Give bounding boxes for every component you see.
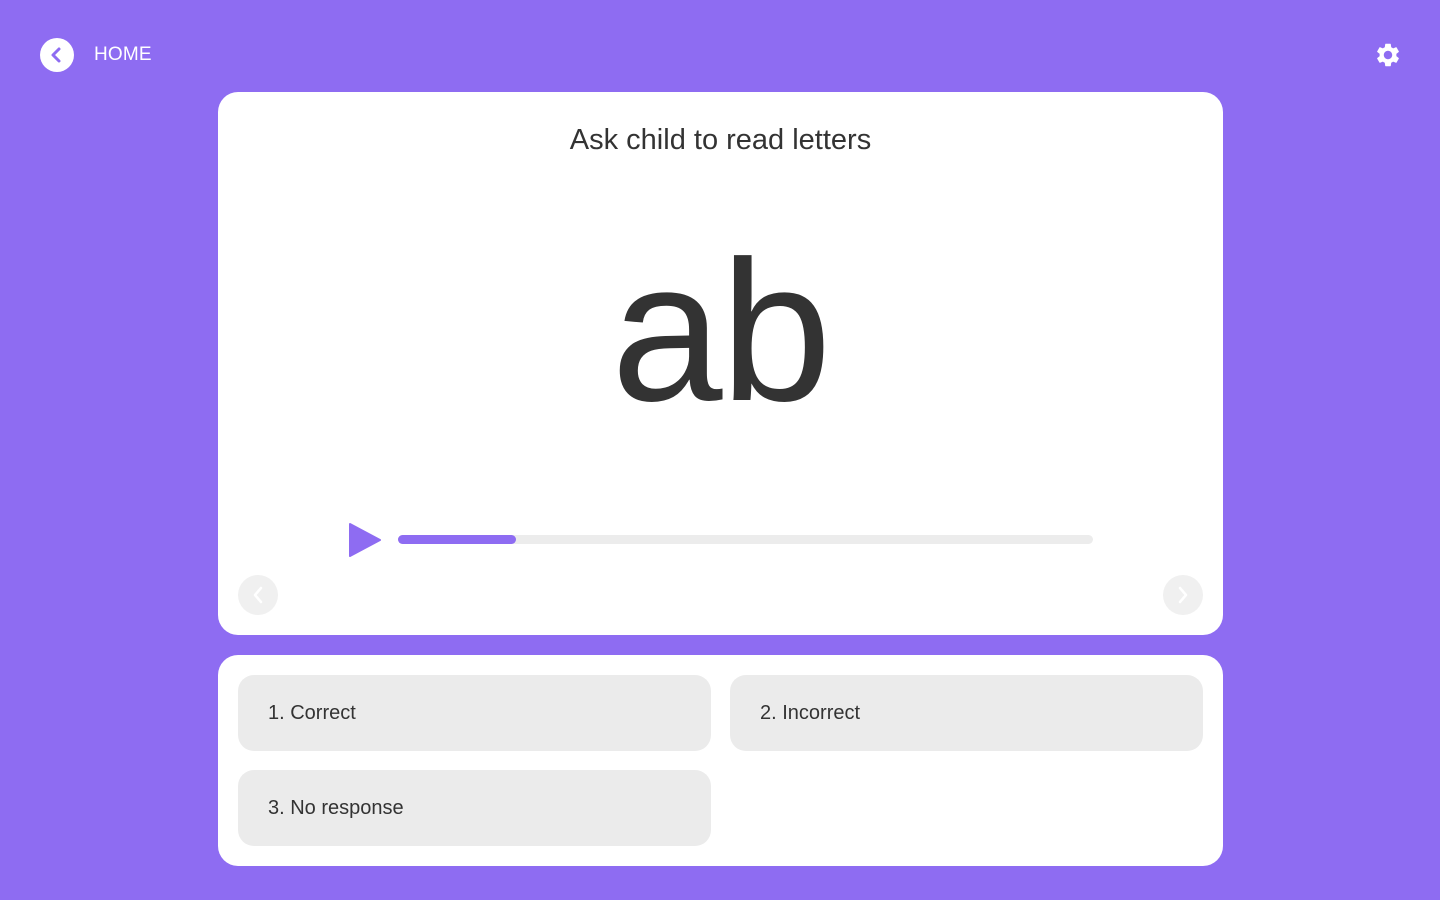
- back-circle[interactable]: [40, 38, 74, 72]
- stimulus-letters: ab: [611, 220, 831, 443]
- no-response-button[interactable]: 3. No response: [238, 770, 711, 846]
- stimulus-card: Ask child to read letters ab: [218, 92, 1223, 635]
- previous-button[interactable]: [238, 575, 278, 615]
- play-button[interactable]: [348, 523, 382, 557]
- home-button[interactable]: HOME: [40, 38, 152, 72]
- correct-button[interactable]: 1. Correct: [238, 675, 711, 751]
- instruction-text: Ask child to read letters: [569, 124, 872, 156]
- chevron-left-icon: [253, 586, 263, 604]
- audio-progress-bar[interactable]: [398, 535, 1093, 544]
- incorrect-button[interactable]: 2. Incorrect: [730, 675, 1203, 751]
- gear-icon: [1377, 43, 1399, 67]
- response-panel: 1. Correct 2. Incorrect 3. No response: [218, 655, 1223, 866]
- next-button[interactable]: [1163, 575, 1203, 615]
- audio-progress-fill: [398, 535, 517, 544]
- settings-button[interactable]: [1374, 41, 1402, 69]
- chevron-left-icon: [51, 47, 61, 63]
- chevron-right-icon: [1178, 586, 1188, 604]
- play-icon: [349, 523, 381, 557]
- home-label[interactable]: HOME: [94, 44, 152, 66]
